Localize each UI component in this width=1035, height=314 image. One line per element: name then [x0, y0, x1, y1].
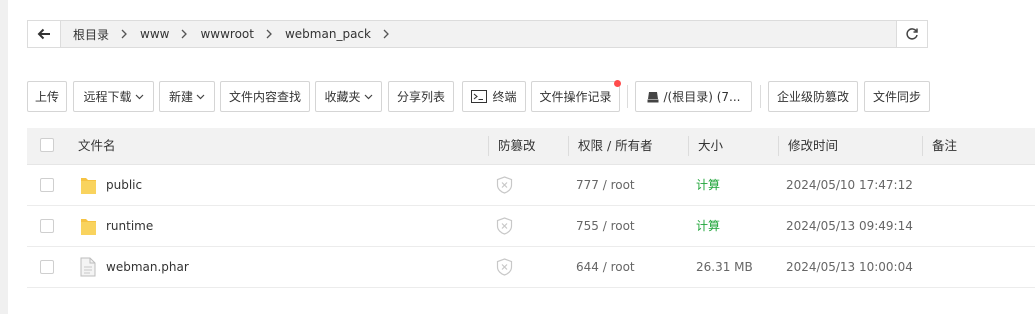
- disk-button[interactable]: /(根目录) (7...: [635, 81, 752, 112]
- file-sync-label: 文件同步: [872, 90, 921, 104]
- size-calc-link[interactable]: 计算: [696, 165, 720, 205]
- column-divider: [568, 136, 569, 156]
- upload-label: 上传: [34, 90, 59, 104]
- file-permission[interactable]: 755 / root: [576, 206, 635, 246]
- file-mtime: 2024/05/13 09:49:14: [786, 219, 913, 233]
- tamper-shield-icon[interactable]: [496, 258, 513, 276]
- terminal-label: 终端: [492, 90, 517, 104]
- favorites-button[interactable]: 收藏夹: [315, 81, 382, 112]
- content-search-label: 文件内容查找: [228, 90, 301, 104]
- disk-icon: [647, 91, 659, 103]
- disk-label: /(根目录) (7...: [663, 90, 741, 104]
- content-search-button[interactable]: 文件内容查找: [220, 81, 310, 112]
- file-name[interactable]: webman.phar: [106, 247, 189, 287]
- tamper-protect-button[interactable]: 企业级防篡改: [768, 81, 858, 112]
- tamper-shield-icon[interactable]: [496, 176, 513, 194]
- header-size[interactable]: 大小: [698, 128, 723, 164]
- arrow-left-icon: [37, 28, 51, 40]
- terminal-button[interactable]: 终端: [462, 81, 526, 112]
- select-all-checkbox[interactable]: [40, 138, 54, 152]
- file-name[interactable]: public: [106, 165, 142, 205]
- file-manager-panel: 根目录 www wwwroot webman_pack 上传 远程下载 新建 文…: [8, 0, 1035, 314]
- header-name[interactable]: 文件名: [78, 128, 116, 164]
- new-label: 新建: [168, 90, 193, 104]
- size-calc-link[interactable]: 计算: [696, 206, 720, 246]
- remote-download-button[interactable]: 远程下载: [73, 81, 154, 112]
- file-mtime: 2024/05/10 17:47:12: [786, 178, 913, 192]
- header-permission[interactable]: 权限 / 所有者: [578, 128, 653, 164]
- file-mtime: 2024/05/13 10:00:04: [786, 260, 913, 274]
- header-mtime[interactable]: 修改时间: [788, 128, 838, 164]
- operation-log-button[interactable]: 文件操作记录: [531, 80, 621, 112]
- breadcrumb-root[interactable]: 根目录: [73, 26, 109, 43]
- file-table: 文件名 防篡改 权限 / 所有者 大小 修改时间 备注 public 777 /…: [27, 128, 1035, 288]
- file-permission[interactable]: 777 / root: [576, 165, 635, 205]
- chevron-right-icon: [266, 29, 273, 39]
- header-tamper: 防篡改: [498, 138, 536, 153]
- refresh-icon: [905, 27, 919, 41]
- row-checkbox[interactable]: [40, 219, 54, 233]
- chevron-right-icon[interactable]: [383, 29, 390, 39]
- column-divider: [922, 136, 923, 156]
- toolbar-divider: [627, 85, 628, 108]
- operation-log-label: 文件操作记录: [539, 90, 612, 104]
- tamper-shield-icon[interactable]: [496, 217, 513, 235]
- chevron-right-icon: [181, 29, 188, 39]
- back-button[interactable]: [28, 21, 61, 47]
- row-checkbox[interactable]: [40, 260, 54, 274]
- table-row[interactable]: webman.phar 644 / root 26.31 MB 2024/05/…: [27, 247, 1035, 288]
- refresh-button[interactable]: [896, 21, 927, 47]
- file-sync-button[interactable]: 文件同步: [864, 81, 930, 112]
- folder-icon: [80, 175, 97, 195]
- path-bar: 根目录 www wwwroot webman_pack: [27, 20, 928, 48]
- folder-icon: [80, 216, 97, 236]
- row-checkbox[interactable]: [40, 178, 54, 192]
- header-note: 备注: [932, 138, 958, 153]
- column-divider: [778, 136, 779, 156]
- breadcrumb-wwwroot[interactable]: wwwroot: [200, 27, 254, 41]
- breadcrumb: 根目录 www wwwroot webman_pack: [61, 26, 896, 43]
- breadcrumb-webman-pack[interactable]: webman_pack: [285, 27, 371, 41]
- file-icon: [80, 257, 96, 277]
- remote-download-label: 远程下载: [83, 90, 132, 104]
- table-row[interactable]: runtime 755 / root 计算 2024/05/13 09:49:1…: [27, 206, 1035, 247]
- table-row[interactable]: public 777 / root 计算 2024/05/10 17:47:12: [27, 165, 1035, 206]
- file-name[interactable]: runtime: [106, 206, 153, 246]
- table-header: 文件名 防篡改 权限 / 所有者 大小 修改时间 备注: [27, 128, 1035, 165]
- column-divider: [488, 136, 489, 156]
- chevron-down-icon: [364, 94, 373, 100]
- chevron-down-icon: [196, 94, 205, 100]
- chevron-right-icon: [121, 29, 128, 39]
- notification-dot: [614, 80, 621, 87]
- terminal-icon: [471, 90, 488, 103]
- column-divider: [688, 136, 689, 156]
- new-button[interactable]: 新建: [159, 81, 215, 112]
- toolbar-divider: [760, 85, 761, 108]
- favorites-label: 收藏夹: [324, 90, 361, 104]
- breadcrumb-www[interactable]: www: [140, 27, 169, 41]
- chevron-down-icon: [135, 94, 144, 100]
- file-permission[interactable]: 644 / root: [576, 247, 635, 287]
- tamper-protect-label: 企业级防篡改: [776, 90, 849, 104]
- share-list-label: 分享列表: [396, 90, 445, 104]
- share-list-button[interactable]: 分享列表: [388, 81, 454, 112]
- upload-button[interactable]: 上传: [27, 81, 67, 112]
- file-size: 26.31 MB: [696, 260, 753, 274]
